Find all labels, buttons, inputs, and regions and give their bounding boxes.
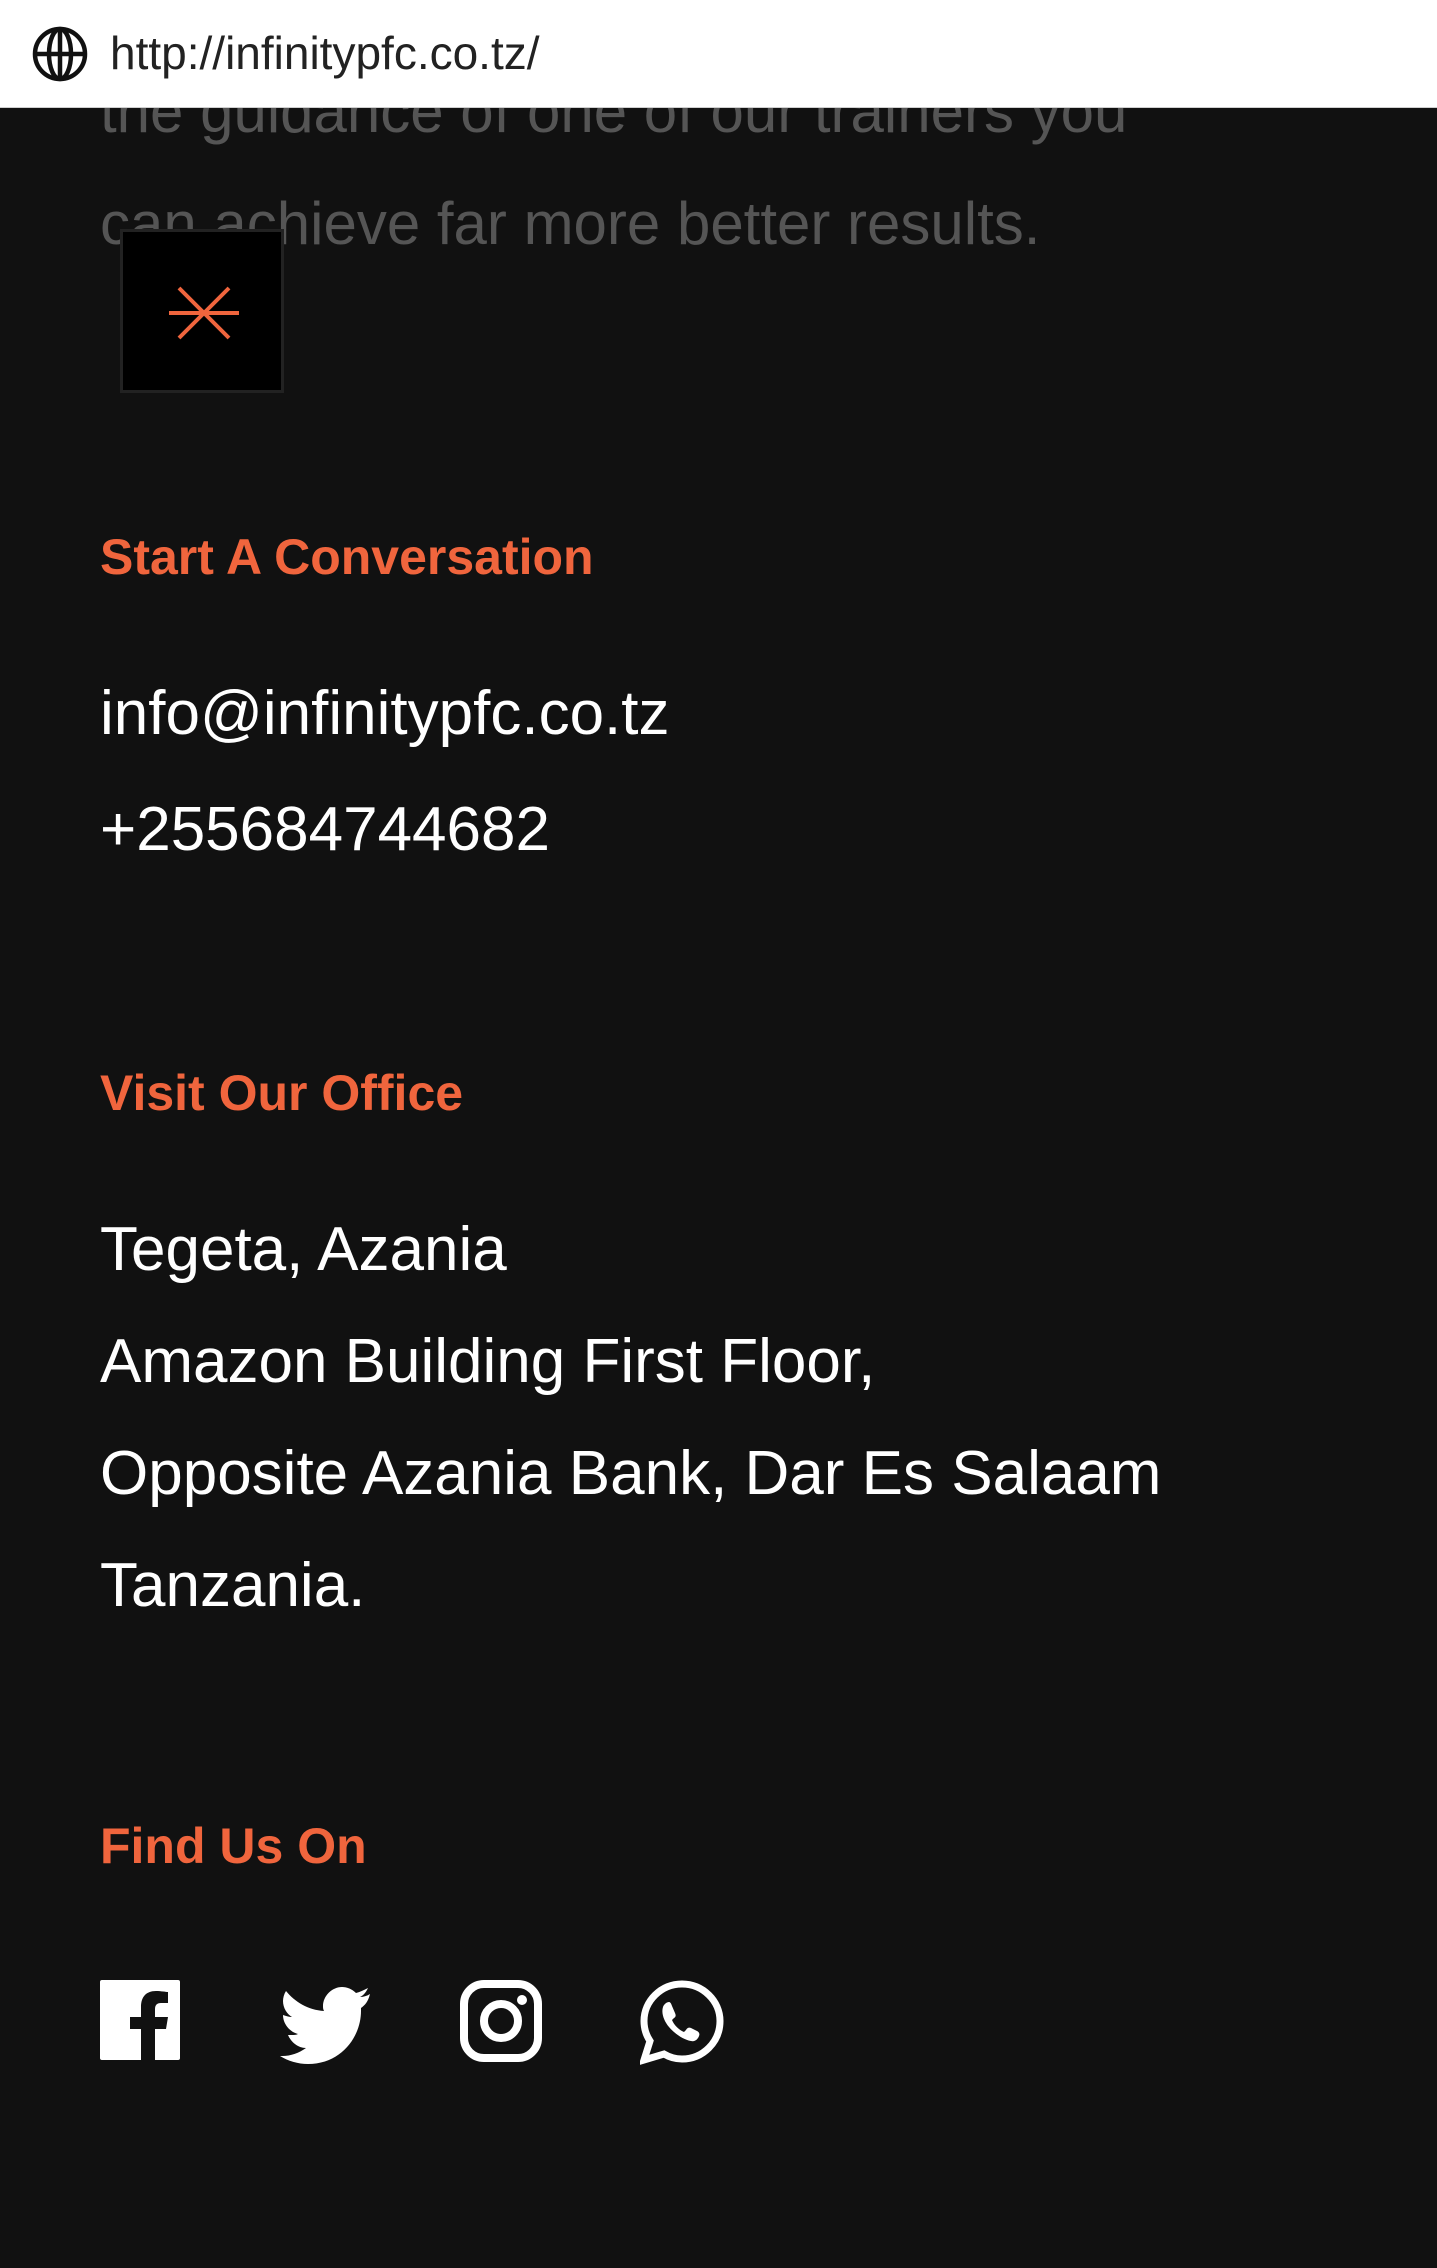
address-line: Amazon Building First Floor, xyxy=(100,1327,876,1396)
facebook-icon xyxy=(100,1980,180,2060)
intro-line-2: can achieve far more better results. xyxy=(100,190,1041,257)
globe-icon xyxy=(30,24,90,84)
address-line: Opposite Azania Bank, Dar Es Salaam xyxy=(100,1439,1162,1508)
address-line: Tanzania. xyxy=(100,1551,366,1620)
whatsapp-icon xyxy=(640,1980,724,2065)
url-bar[interactable]: http://infinitypfc.co.tz/ xyxy=(0,0,1437,108)
url-text[interactable]: http://infinitypfc.co.tz/ xyxy=(110,22,540,84)
twitter-link[interactable] xyxy=(280,1980,370,2070)
whatsapp-link[interactable] xyxy=(640,1980,730,2070)
contact-phone-link[interactable]: +255684744682 xyxy=(100,794,550,866)
twitter-icon xyxy=(280,1987,370,2064)
address-line: Tegeta, Azania xyxy=(100,1215,507,1284)
office-title: Visit Our Office xyxy=(100,1065,464,1121)
contact-title: Start A Conversation xyxy=(100,529,594,585)
instagram-link[interactable] xyxy=(460,1980,550,2070)
menu-close-button[interactable] xyxy=(120,229,284,393)
instagram-icon xyxy=(460,1980,542,2062)
facebook-link[interactable] xyxy=(100,1980,190,2070)
close-asterisk-icon xyxy=(169,286,239,340)
social-title: Find Us On xyxy=(100,1818,367,1874)
contact-email-link[interactable]: info@infinitypfc.co.tz xyxy=(100,678,670,750)
